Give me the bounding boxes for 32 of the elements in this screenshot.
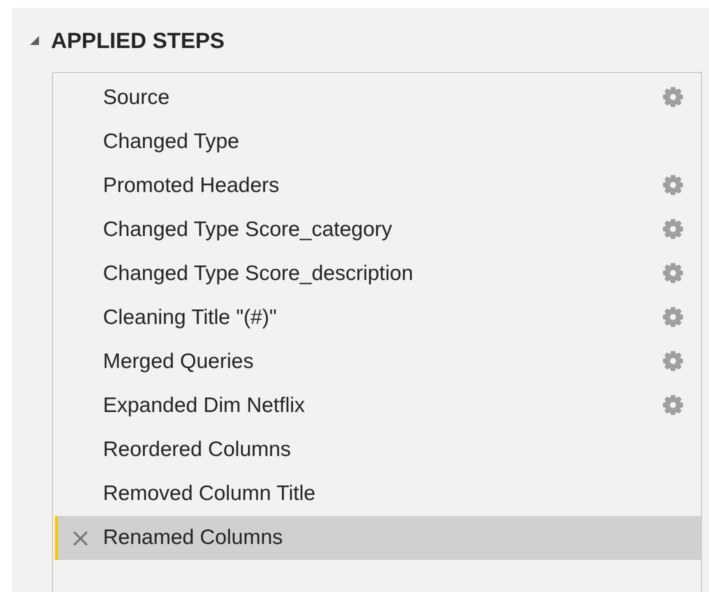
settings-icon[interactable] (661, 174, 685, 198)
step-item[interactable]: Source (55, 76, 701, 120)
settings-icon[interactable] (661, 262, 685, 286)
step-label: Changed Type (103, 129, 240, 156)
step-label: Renamed Columns (103, 525, 284, 552)
step-item[interactable]: Merged Queries (55, 340, 701, 384)
step-label: Removed Column Title (103, 481, 316, 508)
section-title: APPLIED STEPS (51, 26, 225, 54)
step-item[interactable]: Reordered Columns (55, 428, 701, 472)
step-item[interactable]: Cleaning Title "(#)" (55, 296, 701, 340)
step-item[interactable]: Renamed Columns (55, 516, 701, 560)
collapse-triangle-icon[interactable] (30, 36, 39, 44)
step-item[interactable]: Promoted Headers (55, 164, 701, 208)
step-label: Merged Queries (103, 349, 255, 376)
step-item[interactable]: Changed Type Score_description (55, 252, 701, 296)
step-label: Cleaning Title "(#)" (103, 305, 278, 332)
delete-icon[interactable] (73, 530, 88, 546)
step-label: Changed Type Score_description (103, 261, 414, 288)
step-label: Expanded Dim Netflix (103, 393, 306, 420)
settings-icon[interactable] (661, 218, 685, 242)
step-label: Changed Type Score_category (103, 217, 394, 244)
step-label: Reordered Columns (103, 437, 292, 464)
settings-icon[interactable] (661, 394, 685, 418)
step-item[interactable]: Expanded Dim Netflix (55, 384, 701, 428)
step-label: Source (103, 85, 171, 112)
settings-icon[interactable] (661, 86, 685, 110)
step-label: Promoted Headers (103, 173, 280, 200)
step-item[interactable]: Changed Type (55, 120, 701, 164)
settings-icon[interactable] (661, 306, 685, 330)
step-item[interactable]: Changed Type Score_category (55, 208, 701, 252)
step-item[interactable]: Removed Column Title (55, 472, 701, 516)
settings-icon[interactable] (661, 350, 685, 374)
